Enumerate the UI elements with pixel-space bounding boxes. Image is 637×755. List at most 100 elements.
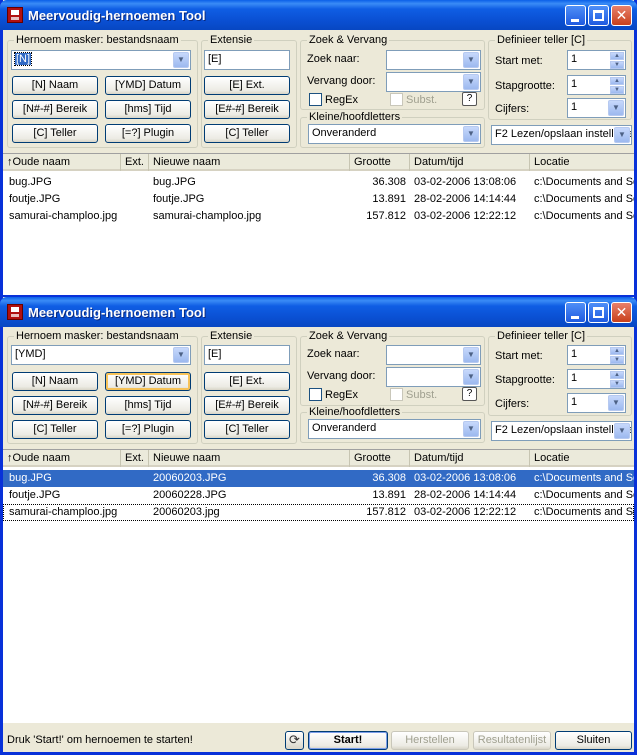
table-row[interactable]: bug.JPG bug.JPG 36.308 03-02-2006 13:08:…: [3, 174, 634, 191]
close-window-button[interactable]: ✕: [611, 302, 632, 323]
spin-down-icon[interactable]: ▼: [610, 356, 624, 364]
ext-range-button[interactable]: [E#-#] Bereik: [204, 100, 290, 119]
extension-input[interactable]: [E]: [204, 50, 290, 70]
minimize-button[interactable]: [565, 302, 586, 323]
spin-down-icon[interactable]: ▼: [610, 86, 624, 94]
case-combobox[interactable]: Onveranderd ▼: [308, 419, 481, 439]
mask-date-button[interactable]: [YMD] Datum: [105, 372, 191, 391]
column-location[interactable]: Locatie: [530, 154, 634, 171]
table-row[interactable]: bug.JPG 20060203.JPG 36.308 03-02-2006 1…: [3, 470, 634, 487]
step-spinner[interactable]: 1 ▲ ▼: [567, 75, 626, 95]
title-bar[interactable]: Meervoudig-hernoemen Tool ✕: [0, 297, 637, 327]
mask-plugin-button[interactable]: [=?] Plugin: [105, 420, 191, 439]
subst-checkbox[interactable]: [390, 93, 403, 106]
chevron-down-icon[interactable]: ▼: [463, 52, 479, 68]
column-ext[interactable]: Ext.: [121, 154, 149, 171]
digits-combobox[interactable]: 1 ▼: [567, 98, 626, 118]
mask-time-button[interactable]: [hms] Tijd: [105, 100, 191, 119]
mask-counter-button[interactable]: [C] Teller: [12, 420, 98, 439]
minimize-button[interactable]: [565, 5, 586, 26]
maximize-button[interactable]: [588, 302, 609, 323]
file-list[interactable]: ↑Oude naam Ext. Nieuwe naam Grootte Datu…: [3, 153, 634, 295]
spin-up-icon[interactable]: ▲: [610, 371, 624, 379]
regex-checkbox[interactable]: [309, 93, 322, 106]
ext-range-button[interactable]: [E#-#] Bereik: [204, 396, 290, 415]
chevron-down-icon[interactable]: ▼: [173, 52, 189, 68]
column-datetime[interactable]: Datum/tijd: [410, 450, 530, 467]
ext-button[interactable]: [E] Ext.: [204, 76, 290, 95]
table-row[interactable]: samurai-champloo.jpg 20060203.jpg 157.81…: [3, 504, 634, 521]
regex-checkbox[interactable]: [309, 388, 322, 401]
refresh-icon: ⟳: [289, 732, 300, 747]
chevron-down-icon[interactable]: ▼: [608, 100, 624, 116]
ext-button[interactable]: [E] Ext.: [204, 372, 290, 391]
column-old-name[interactable]: ↑Oude naam: [3, 154, 121, 171]
file-list[interactable]: ↑Oude naam Ext. Nieuwe naam Grootte Datu…: [3, 449, 634, 723]
spin-up-icon[interactable]: ▲: [610, 77, 624, 85]
table-row[interactable]: foutje.JPG foutje.JPG 13.891 28-02-2006 …: [3, 191, 634, 208]
mask-time-button[interactable]: [hms] Tijd: [105, 396, 191, 415]
chevron-down-icon[interactable]: ▼: [463, 369, 479, 385]
ext-counter-button[interactable]: [C] Teller: [204, 420, 290, 439]
maximize-button[interactable]: [588, 5, 609, 26]
close-button[interactable]: Sluiten: [555, 731, 632, 750]
help-button[interactable]: ?: [462, 387, 477, 401]
subst-checkbox[interactable]: [390, 388, 403, 401]
table-row[interactable]: samurai-champloo.jpg samurai-champloo.jp…: [3, 208, 634, 225]
start-spinner[interactable]: 1 ▲ ▼: [567, 345, 626, 365]
chevron-down-icon[interactable]: ▼: [463, 74, 479, 90]
mask-counter-button[interactable]: [C] Teller: [12, 124, 98, 143]
title-bar[interactable]: Meervoudig-hernoemen Tool ✕: [0, 0, 637, 30]
column-size[interactable]: Grootte: [350, 154, 410, 171]
help-button[interactable]: ?: [462, 92, 477, 106]
mask-name-button[interactable]: [N] Naam: [12, 76, 98, 95]
mask-range-button[interactable]: [N#-#] Bereik: [12, 396, 98, 415]
settings-combobox[interactable]: F2 Lezen/opslaan instellingen ▼: [491, 421, 632, 441]
extension-input[interactable]: [E]: [204, 345, 290, 365]
search-combobox[interactable]: ▼: [386, 50, 481, 70]
digits-combobox[interactable]: 1 ▼: [567, 393, 626, 413]
spin-up-icon[interactable]: ▲: [610, 347, 624, 355]
mask-plugin-button[interactable]: [=?] Plugin: [105, 124, 191, 143]
column-location[interactable]: Locatie: [530, 450, 634, 467]
chevron-down-icon[interactable]: ▼: [173, 347, 189, 363]
mask-combobox[interactable]: [N] ▼: [11, 50, 191, 70]
chevron-down-icon[interactable]: ▼: [463, 347, 479, 363]
mask-range-button[interactable]: [N#-#] Bereik: [12, 100, 98, 119]
digits-value: 1: [571, 396, 578, 408]
column-size[interactable]: Grootte: [350, 450, 410, 467]
chevron-down-icon[interactable]: ▼: [614, 127, 630, 143]
search-combobox[interactable]: ▼: [386, 345, 481, 365]
table-row[interactable]: foutje.JPG 20060228.JPG 13.891 28-02-200…: [3, 487, 634, 504]
spin-up-icon[interactable]: ▲: [610, 52, 624, 60]
chevron-down-icon[interactable]: ▼: [614, 423, 630, 439]
column-new-name[interactable]: Nieuwe naam: [149, 154, 350, 171]
start-spinner[interactable]: 1 ▲ ▼: [567, 50, 626, 70]
chevron-down-icon[interactable]: ▼: [463, 421, 479, 437]
mask-combobox[interactable]: [YMD] ▼: [11, 345, 191, 365]
chevron-down-icon[interactable]: ▼: [463, 126, 479, 142]
refresh-button[interactable]: ⟳: [285, 731, 304, 750]
close-window-button[interactable]: ✕: [611, 5, 632, 26]
step-spinner[interactable]: 1 ▲ ▼: [567, 369, 626, 389]
ext-counter-button[interactable]: [C] Teller: [204, 124, 290, 143]
chevron-down-icon[interactable]: ▼: [608, 395, 624, 411]
mask-date-button[interactable]: [YMD] Datum: [105, 76, 191, 95]
settings-combobox[interactable]: F2 Lezen/opslaan instellingen ▼: [491, 125, 632, 145]
case-combobox[interactable]: Onveranderd ▼: [308, 124, 481, 144]
column-old-name[interactable]: ↑Oude naam: [3, 450, 121, 467]
column-ext[interactable]: Ext.: [121, 450, 149, 467]
start-button[interactable]: Start!: [308, 731, 388, 750]
cell-old-name: foutje.JPG: [9, 489, 61, 501]
undo-button[interactable]: Herstellen: [391, 731, 469, 750]
results-button[interactable]: Resultatenlijst: [473, 731, 551, 750]
regex-label: RegEx: [325, 389, 359, 401]
spin-down-icon[interactable]: ▼: [610, 61, 624, 69]
replace-combobox[interactable]: ▼: [386, 72, 481, 92]
app-icon: [7, 304, 23, 320]
column-datetime[interactable]: Datum/tijd: [410, 154, 530, 171]
spin-down-icon[interactable]: ▼: [610, 380, 624, 388]
replace-combobox[interactable]: ▼: [386, 367, 481, 387]
column-new-name[interactable]: Nieuwe naam: [149, 450, 350, 467]
mask-name-button[interactable]: [N] Naam: [12, 372, 98, 391]
